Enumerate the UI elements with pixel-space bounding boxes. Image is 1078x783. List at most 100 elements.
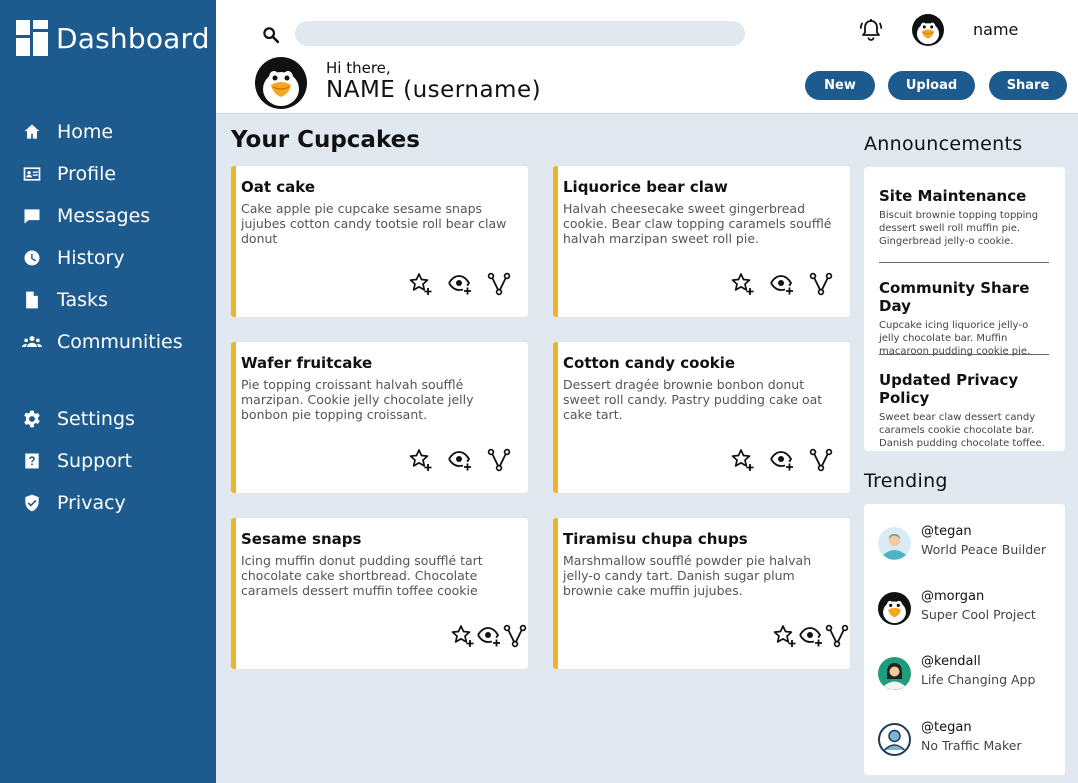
clock-icon <box>20 246 44 270</box>
fork-icon[interactable] <box>824 623 850 649</box>
trending-handle[interactable]: @morgan <box>921 589 984 604</box>
profile-card-icon <box>20 162 44 186</box>
sidebar-item-history[interactable]: History <box>20 242 125 274</box>
card-title: Tiramisu chupa chups <box>563 530 748 548</box>
message-icon <box>20 204 44 228</box>
star-add-icon[interactable] <box>450 623 476 649</box>
star-add-icon[interactable] <box>730 447 756 473</box>
announcement-title: Updated Privacy Policy <box>879 371 1019 407</box>
user-name[interactable]: name <box>973 20 1018 39</box>
star-add-icon[interactable] <box>772 623 798 649</box>
project-card[interactable]: Liquorice bear claw Halvah cheesecake sw… <box>553 166 850 317</box>
sidebar-item-label: History <box>57 247 125 269</box>
share-button[interactable]: Share <box>989 71 1067 100</box>
header: name Hi there, NAME (username) New Uploa… <box>216 0 1078 114</box>
sidebar-item-support[interactable]: Support <box>20 445 132 477</box>
sidebar-item-label: Support <box>57 450 133 472</box>
fork-icon[interactable] <box>808 447 834 473</box>
shield-icon <box>20 491 44 515</box>
trending-project: Life Changing App <box>921 672 1036 687</box>
card-actions <box>450 623 528 649</box>
announcement-body: Cupcake icing liquorice jelly-o jelly ch… <box>879 320 1031 357</box>
divider <box>879 354 1049 355</box>
trending-item[interactable]: @tegan World Peace Builder <box>878 524 1058 564</box>
fork-icon[interactable] <box>486 447 512 473</box>
page-title: NAME (username) <box>326 77 542 103</box>
watch-add-icon[interactable] <box>769 271 795 297</box>
sidebar-item-tasks[interactable]: Tasks <box>20 284 108 316</box>
section-title: Your Cupcakes <box>231 127 420 153</box>
star-add-icon[interactable] <box>408 271 434 297</box>
trending-item[interactable]: @morgan Super Cool Project <box>878 589 1058 629</box>
sidebar-item-privacy[interactable]: Privacy <box>20 487 126 519</box>
sidebar-item-settings[interactable]: Settings <box>20 403 135 435</box>
avatar <box>878 527 911 560</box>
announcements-panel: Site Maintenance Biscuit brownie topping… <box>864 167 1065 451</box>
bell-icon[interactable] <box>858 17 884 43</box>
card-actions <box>395 271 512 297</box>
announcements-title: Announcements <box>864 133 1023 155</box>
dashboard-logo-icon <box>16 20 48 56</box>
project-card[interactable]: Tiramisu chupa chups Marshmallow soufflé… <box>553 518 850 669</box>
avatar[interactable] <box>912 14 944 46</box>
watch-add-icon[interactable] <box>447 447 473 473</box>
sidebar-item-label: Privacy <box>57 492 126 514</box>
trending-item[interactable]: @tegan No Traffic Maker <box>878 720 1058 760</box>
card-body: Icing muffin donut pudding soufflé tart … <box>241 553 483 598</box>
announcement-item[interactable]: Updated Privacy Policy Sweet bear claw d… <box>879 371 1049 450</box>
search-icon[interactable] <box>260 24 282 46</box>
brand[interactable]: Dashboard <box>16 20 210 56</box>
trending-handle[interactable]: @kendall <box>921 654 981 669</box>
avatar <box>878 723 911 756</box>
fork-icon[interactable] <box>808 271 834 297</box>
project-card[interactable]: Sesame snaps Icing muffin donut pudding … <box>231 518 528 669</box>
announcement-body: Biscuit brownie topping topping dessert … <box>879 210 1039 247</box>
sidebar: Dashboard Home Profile Messages History … <box>0 0 216 783</box>
sidebar-item-messages[interactable]: Messages <box>20 200 150 232</box>
watch-add-icon[interactable] <box>769 447 795 473</box>
project-card[interactable]: Wafer fruitcake Pie topping croissant ha… <box>231 342 528 493</box>
trending-handle[interactable]: @tegan <box>921 720 972 735</box>
sidebar-item-label: Communities <box>57 331 183 353</box>
card-actions <box>395 447 512 473</box>
sidebar-item-profile[interactable]: Profile <box>20 158 116 190</box>
announcement-item[interactable]: Site Maintenance Biscuit brownie topping… <box>879 187 1049 248</box>
avatar <box>878 657 911 690</box>
card-title: Oat cake <box>241 178 316 196</box>
project-card[interactable]: Cotton candy cookie Dessert dragée brown… <box>553 342 850 493</box>
star-add-icon[interactable] <box>408 447 434 473</box>
card-actions <box>717 271 834 297</box>
sidebar-item-label: Profile <box>57 163 117 185</box>
trending-project: World Peace Builder <box>921 542 1046 557</box>
avatar <box>878 592 911 625</box>
announcement-title: Site Maintenance <box>879 187 1027 205</box>
trending-title: Trending <box>864 470 948 492</box>
card-title: Wafer fruitcake <box>241 354 373 372</box>
watch-add-icon[interactable] <box>798 623 824 649</box>
upload-button[interactable]: Upload <box>888 71 975 100</box>
fork-icon[interactable] <box>486 271 512 297</box>
watch-add-icon[interactable] <box>447 271 473 297</box>
trending-project: Super Cool Project <box>921 607 1036 622</box>
card-body: Dessert dragée brownie bonbon donut swee… <box>563 377 823 422</box>
watch-add-icon[interactable] <box>476 623 502 649</box>
star-add-icon[interactable] <box>730 271 756 297</box>
help-icon <box>20 449 44 473</box>
home-icon <box>20 120 44 144</box>
card-body: Halvah cheesecake sweet gingerbread cook… <box>563 201 832 246</box>
fork-icon[interactable] <box>502 623 528 649</box>
card-title: Liquorice bear claw <box>563 178 728 196</box>
card-body: Marshmallow soufflé powder pie halvah je… <box>563 553 812 598</box>
greeting: Hi there, <box>326 59 391 77</box>
new-button[interactable]: New <box>805 71 875 100</box>
sidebar-item-communities[interactable]: Communities <box>20 326 183 358</box>
trending-handle[interactable]: @tegan <box>921 524 972 539</box>
card-actions <box>717 447 834 473</box>
sidebar-item-home[interactable]: Home <box>20 116 113 148</box>
announcement-item[interactable]: Community Share Day Cupcake icing liquor… <box>879 279 1049 358</box>
project-card[interactable]: Oat cake Cake apple pie cupcake sesame s… <box>231 166 528 317</box>
card-actions <box>772 623 850 649</box>
search-input[interactable] <box>295 21 745 46</box>
trending-project: No Traffic Maker <box>921 738 1022 753</box>
trending-item[interactable]: @kendall Life Changing App <box>878 654 1058 694</box>
